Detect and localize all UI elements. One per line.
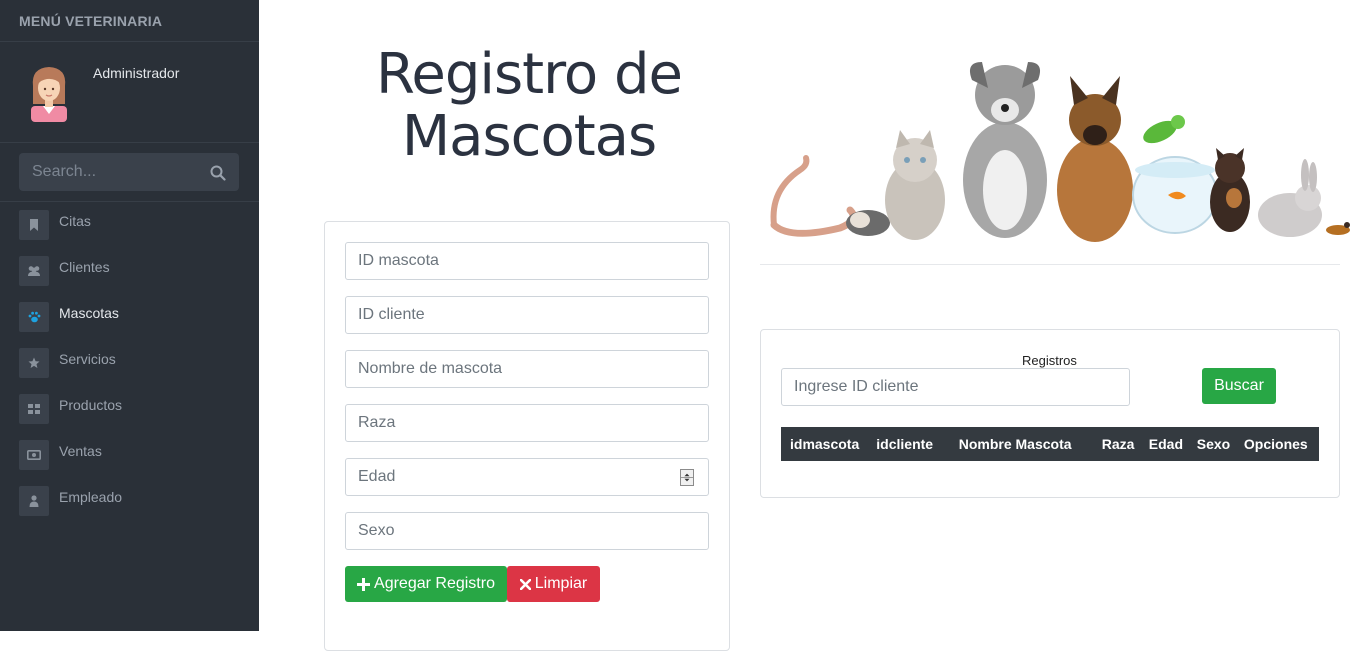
column-header[interactable]: Sexo <box>1192 427 1239 461</box>
sidebar-search <box>0 143 259 202</box>
search-input[interactable] <box>19 153 239 191</box>
sidebar-item-mascotas[interactable]: Mascotas <box>0 294 259 340</box>
bookmark-icon <box>19 210 49 240</box>
sidebar-item-citas[interactable]: Citas <box>0 202 259 248</box>
column-header[interactable]: Edad <box>1144 427 1192 461</box>
plus-icon <box>357 577 371 591</box>
money-icon <box>19 440 49 470</box>
grid-icon <box>19 394 49 424</box>
records-label: Registros <box>1022 353 1077 368</box>
number-spinner-icon[interactable] <box>680 469 694 486</box>
column-header[interactable]: Opciones <box>1239 427 1319 461</box>
pet-form: Agregar Registro Limpiar <box>324 221 730 651</box>
search-button-label: Buscar <box>1214 377 1264 394</box>
records-table: idmascota idcliente Nombre Mascota Raza … <box>781 427 1319 461</box>
search-icon[interactable] <box>210 165 226 181</box>
column-header[interactable]: idmascota <box>781 427 871 461</box>
sexo-field[interactable] <box>345 512 709 550</box>
column-header[interactable]: Raza <box>1088 427 1144 461</box>
sidebar: MENÚ VETERINARIA Administrador Citas <box>0 0 259 631</box>
id-mascota-field[interactable] <box>345 242 709 280</box>
column-header[interactable]: idcliente <box>871 427 943 461</box>
sidebar-item-label: Citas <box>59 213 91 229</box>
section-divider <box>760 264 1340 265</box>
star-icon <box>19 348 49 378</box>
user-name: Administrador <box>93 65 180 81</box>
table-header-row: idmascota idcliente Nombre Mascota Raza … <box>781 427 1319 461</box>
clear-label: Limpiar <box>534 575 588 592</box>
sidebar-item-clientes[interactable]: Clientes <box>0 248 259 294</box>
edad-field[interactable] <box>345 458 709 496</box>
page-title-line1: Registro de <box>376 42 683 107</box>
records-panel: Registros Buscar idmascota idcliente Nom… <box>760 329 1340 498</box>
sidebar-menu: Citas Clientes Mascotas Servicios Produc… <box>0 202 259 524</box>
add-record-button[interactable]: Agregar Registro <box>345 566 507 602</box>
avatar <box>31 67 67 122</box>
page-title: Registro de Mascotas <box>339 44 719 168</box>
add-record-label: Agregar Registro <box>374 575 495 592</box>
search-button[interactable]: Buscar <box>1202 368 1276 404</box>
sidebar-item-productos[interactable]: Productos <box>0 386 259 432</box>
id-cliente-field[interactable] <box>345 296 709 334</box>
sidebar-item-label: Mascotas <box>59 305 119 321</box>
main-content: Registro de Mascotas Agregar Registro Li… <box>259 0 1365 651</box>
nombre-mascota-field[interactable] <box>345 350 709 388</box>
pets-banner-image <box>760 40 1358 245</box>
raza-field[interactable] <box>345 404 709 442</box>
close-icon <box>519 578 531 590</box>
user-icon <box>19 486 49 516</box>
sidebar-item-servicios[interactable]: Servicios <box>0 340 259 386</box>
user-profile: Administrador <box>0 42 259 143</box>
sidebar-item-ventas[interactable]: Ventas <box>0 432 259 478</box>
clear-button[interactable]: Limpiar <box>507 566 600 602</box>
page-title-line2: Mascotas <box>401 104 657 169</box>
column-header[interactable]: Nombre Mascota <box>944 427 1088 461</box>
client-id-search-input[interactable] <box>781 368 1130 406</box>
users-icon <box>19 256 49 286</box>
sidebar-item-empleado[interactable]: Empleado <box>0 478 259 524</box>
sidebar-item-label: Clientes <box>59 259 110 275</box>
sidebar-item-label: Servicios <box>59 351 116 367</box>
sidebar-item-label: Empleado <box>59 489 123 505</box>
sidebar-item-label: Ventas <box>59 443 102 459</box>
paw-icon <box>19 302 49 332</box>
sidebar-item-label: Productos <box>59 397 123 413</box>
sidebar-title: MENÚ VETERINARIA <box>0 0 259 42</box>
